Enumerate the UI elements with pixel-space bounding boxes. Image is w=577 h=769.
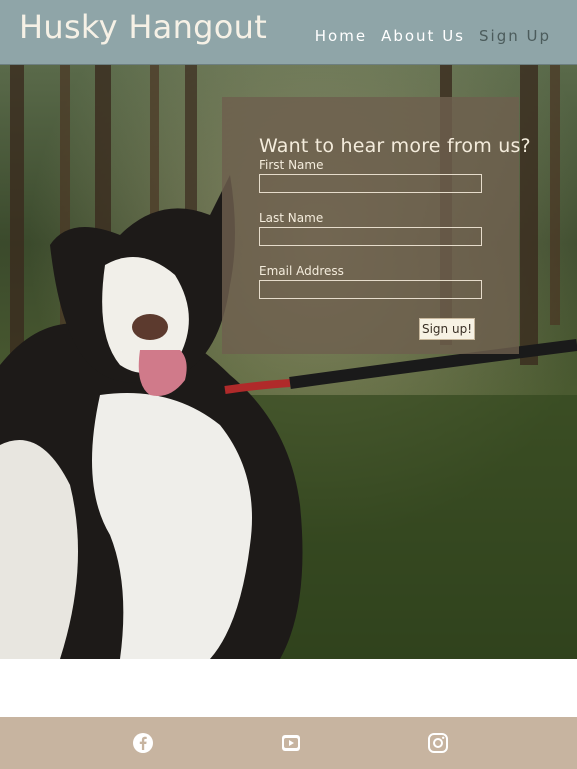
site-footer	[0, 717, 577, 769]
email-input[interactable]	[259, 280, 482, 299]
nav-sign-up[interactable]: Sign Up	[479, 27, 551, 45]
signup-card: Want to hear more from us? First Name La…	[222, 97, 531, 354]
last-name-label: Last Name	[259, 211, 324, 225]
instagram-icon[interactable]	[427, 732, 449, 754]
nav-about-us[interactable]: About Us	[381, 27, 465, 45]
facebook-icon[interactable]	[132, 732, 154, 754]
nav-home[interactable]: Home	[315, 27, 367, 45]
site-header: Husky Hangout Home About Us Sign Up	[0, 0, 577, 65]
email-label: Email Address	[259, 264, 344, 278]
site-logo[interactable]: Husky Hangout	[19, 8, 267, 46]
email-group: Email Address	[259, 264, 482, 299]
first-name-label: First Name	[259, 158, 324, 172]
last-name-group: Last Name	[259, 211, 482, 246]
first-name-group: First Name	[259, 158, 482, 193]
signup-submit-button[interactable]: Sign up!	[419, 318, 475, 340]
last-name-input[interactable]	[259, 227, 482, 246]
signup-title: Want to hear more from us?	[259, 135, 531, 157]
youtube-icon[interactable]	[280, 732, 302, 754]
first-name-input[interactable]	[259, 174, 482, 193]
main-nav: Home About Us Sign Up	[315, 27, 551, 45]
